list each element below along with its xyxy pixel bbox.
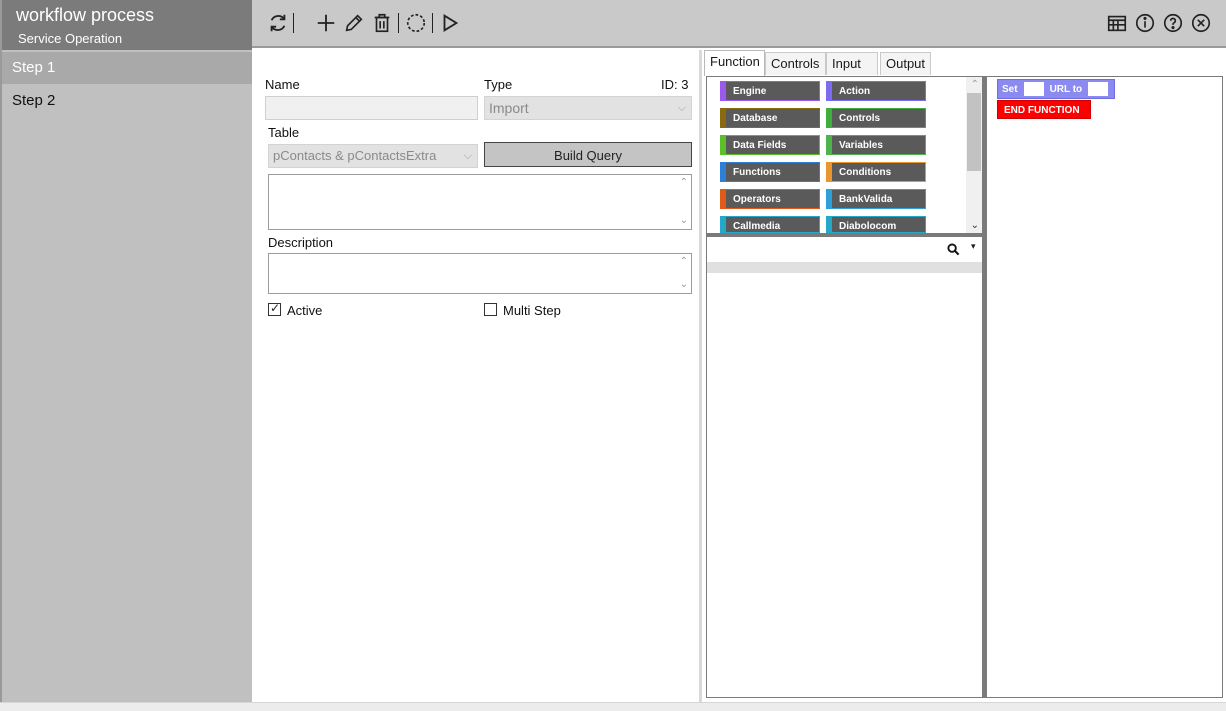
category-accent: [721, 190, 726, 208]
category-accent: [721, 109, 726, 127]
search-icon[interactable]: [947, 243, 960, 256]
app-title: workflow process: [16, 5, 155, 25]
chevron-down-icon: ⌵: [463, 150, 472, 162]
category-database[interactable]: Database: [720, 108, 820, 128]
palette-footer-bar: [707, 262, 982, 273]
toolbar: [252, 0, 1226, 48]
report-icon[interactable]: [1105, 11, 1129, 35]
query-textarea[interactable]: ⌃ ⌄: [268, 174, 692, 230]
block-palette: Engine Action Database Controls Data Fie…: [706, 76, 983, 698]
category-bankvalida[interactable]: BankValida: [826, 189, 926, 209]
tab-input[interactable]: Input: [826, 52, 878, 75]
category-accent: [721, 163, 726, 181]
active-label: Active: [287, 303, 323, 318]
name-input[interactable]: [265, 96, 478, 120]
status-strip: [0, 702, 1226, 711]
scrollbar-thumb[interactable]: [967, 93, 981, 171]
description-scrollbar[interactable]: ⌃ ⌄: [675, 254, 691, 293]
chevron-down-icon: ⌵: [677, 102, 686, 114]
category-accent: [827, 217, 832, 232]
category-diabolocom[interactable]: Diabolocom: [826, 216, 926, 233]
category-data-fields[interactable]: Data Fields: [720, 135, 820, 155]
record-id: ID: 3: [661, 77, 689, 92]
category-accent: [827, 136, 832, 154]
type-select-value: Import: [489, 100, 529, 116]
toolbar-separator: [293, 13, 294, 33]
category-accent: [827, 109, 832, 127]
category-accent: [827, 163, 832, 181]
add-icon[interactable]: [314, 11, 338, 35]
category-accent: [721, 136, 726, 154]
build-query-button[interactable]: Build Query: [484, 142, 692, 167]
url-block-slot[interactable]: [1088, 82, 1109, 96]
toolbar-separator: [398, 13, 399, 33]
palette-search[interactable]: ▾: [707, 237, 982, 262]
sidebar-item-step-1[interactable]: Step 1: [2, 52, 252, 84]
chevron-down-icon[interactable]: ▾: [971, 241, 976, 252]
category-accent: [827, 190, 832, 208]
step-sidebar: workflow process Service Operation Step …: [0, 0, 252, 702]
close-icon[interactable]: [1189, 11, 1213, 35]
sidebar-item-step-2[interactable]: Step 2: [2, 85, 252, 117]
tab-function[interactable]: Function: [704, 50, 765, 76]
panel-splitter[interactable]: [699, 50, 702, 702]
query-scrollbar[interactable]: ⌃ ⌄: [675, 175, 691, 229]
multistep-label: Multi Step: [503, 303, 561, 318]
tab-controls[interactable]: Controls: [765, 52, 826, 75]
end-function-block[interactable]: END FUNCTION: [997, 100, 1091, 119]
workspace-canvas[interactable]: Set URL to END FUNCTION: [987, 76, 1223, 698]
tab-output[interactable]: Output: [880, 52, 931, 75]
scroll-down-icon[interactable]: ⌄: [680, 216, 688, 226]
category-variables[interactable]: Variables: [826, 135, 926, 155]
description-textarea[interactable]: ⌃ ⌄: [268, 253, 692, 294]
refresh-icon[interactable]: [266, 11, 290, 35]
scroll-up-icon[interactable]: ⌃: [680, 257, 688, 267]
category-conditions[interactable]: Conditions: [826, 162, 926, 182]
scroll-up-icon[interactable]: ⌃: [680, 178, 688, 188]
category-accent: [721, 217, 726, 232]
table-label: Table: [268, 125, 300, 140]
delete-icon[interactable]: [370, 11, 394, 35]
category-engine[interactable]: Engine: [720, 81, 820, 101]
name-label: Name: [265, 77, 300, 92]
category-operators[interactable]: Operators: [720, 189, 820, 209]
edit-icon[interactable]: [342, 11, 366, 35]
category-accent: [721, 82, 726, 100]
set-url-block[interactable]: Set URL to: [997, 79, 1116, 99]
scroll-down-icon[interactable]: ⌄: [971, 221, 979, 231]
toolbar-separator: [432, 13, 433, 33]
category-controls[interactable]: Controls: [826, 108, 926, 128]
circle-dashed-icon[interactable]: [404, 11, 428, 35]
type-select[interactable]: Import ⌵: [484, 96, 692, 120]
table-select-value: pContacts & pContactsExtra: [273, 148, 437, 163]
set-block-slot[interactable]: [1023, 82, 1044, 96]
active-checkbox[interactable]: [268, 301, 281, 316]
app-header: workflow process Service Operation: [2, 0, 252, 50]
palette-scrollbar[interactable]: ⌃ ⌄: [966, 77, 982, 233]
url-block-label: URL to: [1049, 83, 1083, 95]
help-icon[interactable]: [1161, 11, 1185, 35]
table-select[interactable]: pContacts & pContactsExtra ⌵: [268, 144, 478, 168]
category-accent: [827, 82, 832, 100]
category-functions[interactable]: Functions: [720, 162, 820, 182]
set-block-label: Set: [1002, 83, 1018, 95]
multistep-checkbox[interactable]: [484, 303, 497, 316]
category-action[interactable]: Action: [826, 81, 926, 101]
scroll-down-icon[interactable]: ⌄: [680, 280, 688, 290]
app-subtitle: Service Operation: [18, 31, 123, 46]
type-label: Type: [484, 77, 513, 92]
info-icon[interactable]: [1133, 11, 1157, 35]
category-callmedia[interactable]: Callmedia: [720, 216, 820, 233]
play-icon[interactable]: [438, 11, 462, 35]
scroll-up-icon[interactable]: ⌃: [971, 80, 979, 90]
description-label: Description: [268, 235, 334, 250]
